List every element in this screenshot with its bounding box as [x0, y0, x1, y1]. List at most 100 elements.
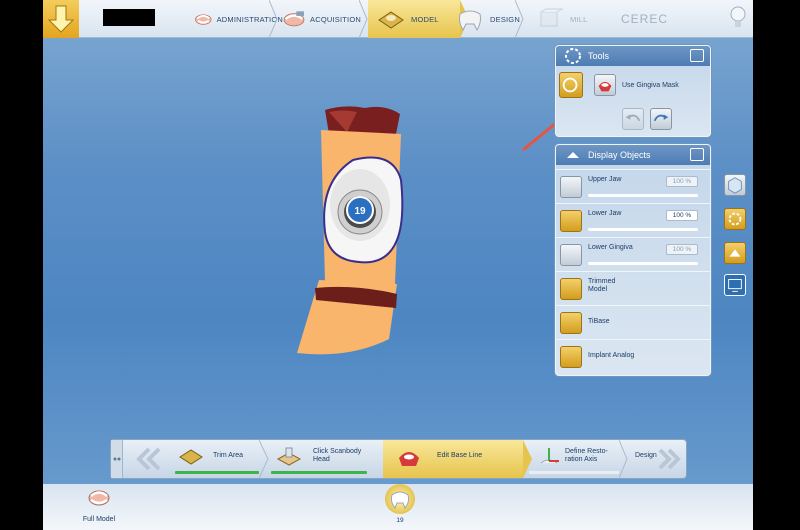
menu-button[interactable]	[43, 0, 79, 38]
previous-phase-button[interactable]	[125, 440, 171, 478]
step-separator	[515, 0, 524, 38]
lightbulb-icon[interactable]	[729, 4, 747, 32]
mill-block-icon	[540, 8, 564, 27]
phase-progress	[175, 471, 259, 474]
double-chevron-right-icon	[658, 448, 681, 470]
phase-label: Edit Base Line	[437, 452, 483, 459]
opacity-field[interactable]: 100 %	[666, 210, 698, 221]
display-object-lower-jaw[interactable]: Lower Jaw 100 %	[556, 203, 710, 237]
lower-jaw-icon	[560, 210, 582, 232]
tools-icon	[728, 212, 742, 226]
opacity-field[interactable]: 100 %	[666, 176, 698, 187]
display-objects-panel: Display Objects Upper Jaw 100 % Lower Ja…	[555, 144, 711, 376]
object-label: TiBase	[588, 318, 610, 325]
bottom-bar: Full Model 19	[43, 484, 753, 530]
next-phase-design-button[interactable]: Design	[629, 440, 687, 478]
dentition-icon	[195, 14, 212, 25]
display-objects-header: Display Objects	[556, 145, 710, 165]
object-label: Lower Jaw	[588, 210, 622, 217]
edit-base-line-icon	[399, 452, 419, 466]
panel-pin-button[interactable]	[690, 148, 704, 161]
display-objects-icon	[567, 152, 579, 158]
scanbody-icon	[276, 447, 302, 466]
full-model-button[interactable]: Full Model	[77, 486, 121, 528]
display-object-lower-gingiva[interactable]: Lower Gingiva 100 %	[556, 237, 710, 271]
screen-button[interactable]	[724, 274, 746, 296]
redo-icon	[653, 114, 669, 122]
object-label: Trimmed Model	[588, 278, 616, 293]
phase-separator	[619, 440, 628, 478]
tibase-icon	[560, 312, 582, 334]
object-label: Implant Analog	[588, 352, 635, 359]
panel-pin-button[interactable]	[690, 49, 704, 62]
double-chevron-left-icon	[136, 447, 161, 471]
display-objects-title: Display Objects	[588, 150, 651, 160]
step-acquisition[interactable]: ACQUISITION	[281, 0, 361, 38]
phase-label: Trim Area	[213, 452, 244, 459]
tools-panel: Tools Use Gingiva Mask	[555, 45, 711, 137]
step-separator	[269, 0, 278, 38]
opacity-slider[interactable]	[588, 262, 698, 265]
opacity-slider[interactable]	[588, 228, 698, 231]
opacity-slider[interactable]	[588, 194, 698, 197]
redo-button[interactable]	[650, 108, 672, 130]
arrow-down-icon	[47, 5, 75, 33]
phase-label: Click Scanbody Head	[313, 448, 362, 463]
tooth-crown-icon	[458, 10, 482, 32]
workflow-bar: ADMINISTRATION ACQUISITION MODEL DESIGN …	[43, 0, 753, 38]
phase-progress	[271, 471, 367, 474]
gingiva-mask-button[interactable]	[594, 74, 616, 96]
phase-trim-area[interactable]: Trim Area	[173, 440, 265, 478]
tools-panel-title: Tools	[588, 51, 610, 61]
implant-analog-icon	[560, 346, 582, 368]
phase-label: Define Resto-ration Axis	[565, 448, 608, 463]
lower-gingiva-icon	[560, 244, 582, 266]
phase-bar: Trim Area Click Scanbody Head Edit Base …	[110, 439, 687, 479]
cube-icon	[728, 177, 742, 194]
model-3d-view[interactable]: 19	[293, 100, 418, 360]
patient-name-redacted	[103, 9, 155, 26]
step-mill: MILL	[533, 0, 603, 38]
scan-jaw-icon	[283, 11, 305, 27]
upper-jaw-icon	[560, 176, 582, 198]
object-label: Upper Jaw	[588, 176, 622, 183]
object-label: Lower Gingiva	[588, 244, 633, 251]
dots-icon	[113, 457, 121, 461]
rotate-icon	[562, 77, 578, 93]
tools-category-button[interactable]	[559, 72, 583, 98]
tools-panel-header: Tools	[556, 46, 710, 66]
step-model[interactable]: MODEL	[368, 0, 460, 38]
full-model-label: Full Model	[82, 516, 116, 523]
trimmed-model-icon	[560, 278, 582, 300]
phase-edit-base-line[interactable]: Edit Base Line	[383, 440, 523, 478]
cerec-app-window: ADMINISTRATION ACQUISITION MODEL DESIGN …	[43, 0, 753, 530]
undo-button[interactable]	[622, 108, 644, 130]
display-object-trimmed-model[interactable]: Trimmed Model	[556, 271, 710, 305]
phase-click-scanbody-head[interactable]: Click Scanbody Head	[269, 440, 377, 478]
tooth-icon	[390, 491, 410, 509]
trim-area-icon	[179, 449, 203, 465]
phase-define-restoration-axis[interactable]: Define Resto-ration Axis	[529, 440, 623, 478]
tools-toggle-button[interactable]	[724, 208, 746, 230]
undo-icon	[625, 114, 641, 122]
display-object-tibase[interactable]: TiBase	[556, 305, 710, 339]
tooth-selector-19[interactable]: 19	[383, 484, 417, 528]
phase-bar-toggle[interactable]	[111, 440, 123, 478]
restoration-axis-icon	[540, 448, 559, 464]
monitor-icon	[728, 279, 742, 292]
step-label: MODEL	[411, 14, 439, 24]
opacity-field[interactable]: 100 %	[666, 244, 698, 255]
gingiva-mask-icon	[598, 81, 612, 92]
tools-icon	[565, 48, 581, 64]
tooth-number-badge: 19	[354, 206, 366, 217]
dentition-icon	[88, 490, 110, 506]
gingiva-mask-label: Use Gingiva Mask	[622, 82, 679, 89]
phase-separator	[259, 440, 269, 478]
display-object-implant-analog[interactable]: Implant Analog	[556, 339, 710, 373]
brand-logo: CEREC	[621, 12, 669, 26]
tooth-number-label: 19	[396, 517, 404, 524]
model-icon	[378, 11, 404, 29]
display-object-upper-jaw[interactable]: Upper Jaw 100 %	[556, 169, 710, 203]
display-objects-toggle-button[interactable]	[724, 242, 746, 264]
view-cube-button[interactable]	[724, 174, 746, 196]
